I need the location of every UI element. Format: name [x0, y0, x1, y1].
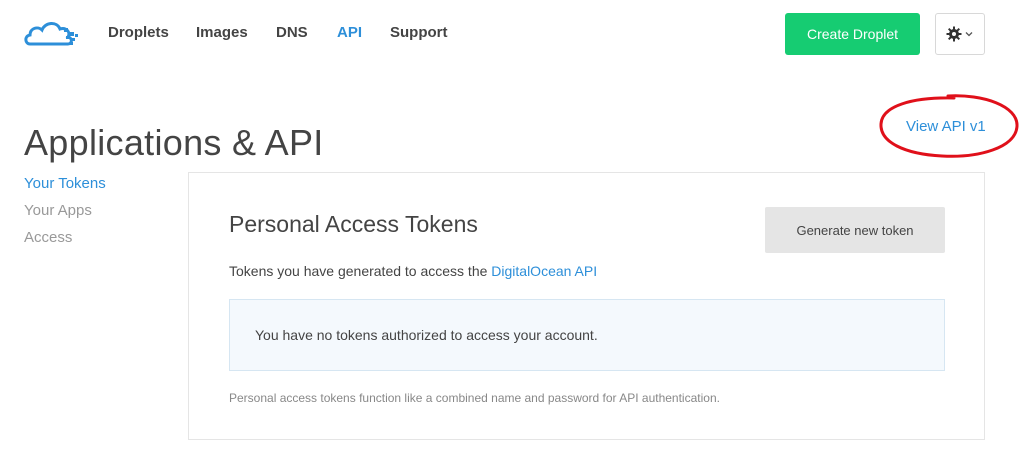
sidebar-item-access[interactable]: Access [24, 229, 106, 256]
top-navbar: Droplets Images DNS API Support Create D… [0, 0, 1024, 68]
empty-tokens-message: You have no tokens authorized to access … [255, 327, 598, 343]
annotation-ellipse [879, 94, 1019, 158]
nav-droplets[interactable]: Droplets [108, 24, 169, 41]
panel-subtitle: Tokens you have generated to access the … [229, 263, 597, 279]
empty-tokens-notice: You have no tokens authorized to access … [229, 299, 945, 371]
page-title: Applications & API [24, 122, 324, 164]
digitalocean-logo-icon[interactable] [24, 14, 80, 50]
sidebar: Your Tokens Your Apps Access [24, 175, 106, 256]
chevron-down-icon [965, 32, 973, 37]
digitalocean-api-link[interactable]: DigitalOcean API [491, 263, 597, 279]
nav-images[interactable]: Images [196, 24, 248, 41]
tokens-panel: Personal Access Tokens Generate new toke… [188, 172, 985, 440]
sidebar-item-your-tokens[interactable]: Your Tokens [24, 175, 106, 202]
sidebar-item-your-apps[interactable]: Your Apps [24, 202, 106, 229]
generate-token-button[interactable]: Generate new token [765, 207, 945, 253]
nav-support[interactable]: Support [390, 24, 448, 41]
subtitle-text: Tokens you have generated to access the [229, 263, 492, 279]
settings-dropdown-button[interactable] [935, 13, 985, 55]
create-droplet-button[interactable]: Create Droplet [785, 13, 920, 55]
tokens-footnote: Personal access tokens function like a c… [229, 391, 720, 405]
panel-title: Personal Access Tokens [229, 211, 478, 237]
nav-api[interactable]: API [337, 24, 362, 41]
gear-icon [946, 26, 962, 42]
nav-dns[interactable]: DNS [276, 24, 308, 41]
